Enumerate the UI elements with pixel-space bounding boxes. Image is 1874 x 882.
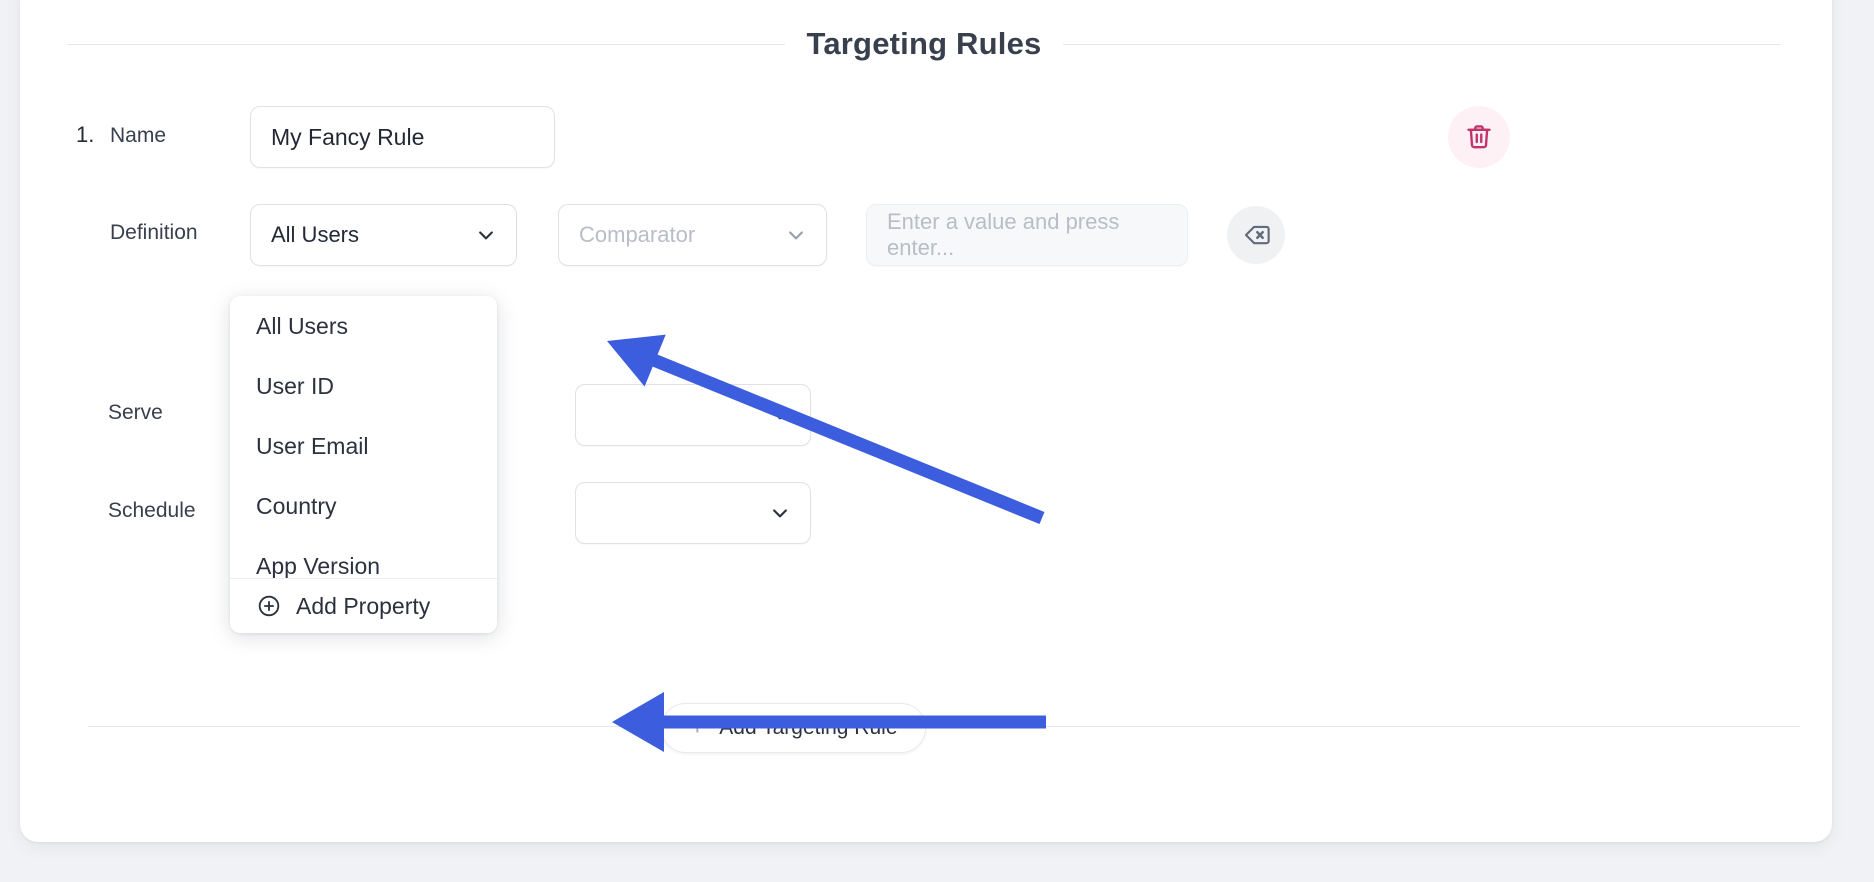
page-title: Targeting Rules xyxy=(806,26,1042,61)
dropdown-item[interactable]: User Email xyxy=(230,416,497,476)
label-serve: Serve xyxy=(108,401,163,424)
dropdown-item[interactable]: User ID xyxy=(230,356,497,416)
schedule-select[interactable] xyxy=(575,482,811,544)
comparator-select-placeholder: Comparator xyxy=(579,222,696,247)
dropdown-item-label: App Version xyxy=(256,552,381,579)
comparator-select[interactable]: Comparator xyxy=(558,204,827,266)
add-targeting-rule-label: Add Targeting Rule xyxy=(719,716,898,739)
chevron-down-icon xyxy=(773,411,787,420)
dropdown-item-label: Country xyxy=(256,492,337,519)
chevron-down-icon xyxy=(773,509,787,518)
add-property-label: Add Property xyxy=(296,592,431,619)
section-header: Targeting Rules xyxy=(68,24,1780,64)
add-targeting-rule-button[interactable]: + Add Targeting Rule xyxy=(661,703,926,753)
definition-select-value: All Users xyxy=(271,222,360,247)
rule-name-input[interactable]: My Fancy Rule xyxy=(250,106,555,168)
dropdown-item[interactable]: App Version xyxy=(230,536,497,579)
screen-root: Targeting Rules 1. Name Definition Serve… xyxy=(0,0,1874,882)
label-definition: Definition xyxy=(110,221,198,244)
chevron-down-icon xyxy=(789,231,803,240)
dropdown-item-label: User Email xyxy=(256,432,369,459)
add-property-button[interactable]: Add Property xyxy=(230,578,497,633)
dropdown-item-label: All Users xyxy=(256,312,349,339)
value-input-placeholder: Enter a value and press enter... xyxy=(887,209,1120,260)
chevron-down-icon xyxy=(479,231,493,240)
trash-icon xyxy=(1467,125,1491,149)
delete-rule-button[interactable] xyxy=(1448,106,1510,168)
label-schedule: Schedule xyxy=(108,499,196,522)
header-divider-left xyxy=(68,43,785,45)
dropdown-item-label: User ID xyxy=(256,372,334,399)
rule-name-value: My Fancy Rule xyxy=(271,123,425,150)
rule-index: 1. xyxy=(76,122,95,147)
serve-select[interactable] xyxy=(575,384,811,446)
definition-dropdown-list[interactable]: All Users User ID User Email Country App Ver… xyxy=(230,296,497,579)
plus-circle-icon xyxy=(258,595,280,617)
footer-divider xyxy=(88,726,1800,727)
definition-select[interactable]: All Users xyxy=(250,204,517,266)
value-input[interactable]: Enter a value and press enter... xyxy=(866,204,1188,266)
plus-icon: + xyxy=(689,711,706,741)
dropdown-item[interactable]: All Users xyxy=(230,296,497,356)
backspace-icon xyxy=(1244,225,1270,245)
definition-dropdown-menu: All Users User ID User Email Country App Ver… xyxy=(230,296,497,633)
label-name: Name xyxy=(110,124,167,147)
header-divider-right xyxy=(1063,43,1780,45)
dropdown-item[interactable]: Country xyxy=(230,476,497,536)
clear-value-button[interactable] xyxy=(1227,206,1285,264)
